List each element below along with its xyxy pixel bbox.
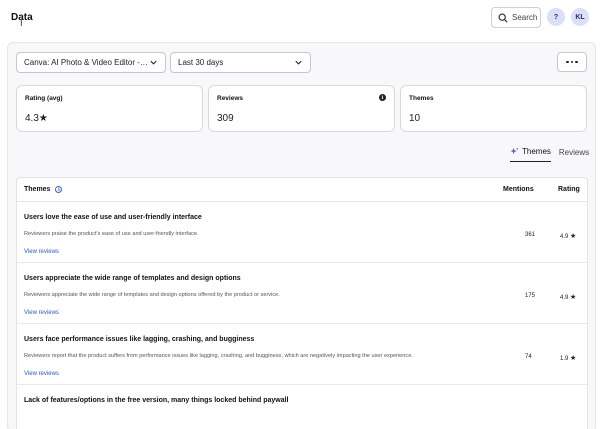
view-reviews-link[interactable]: View reviews [24, 310, 59, 316]
theme-title: Users face performance issues like laggi… [24, 336, 255, 343]
star-icon: ★ [570, 294, 577, 301]
date-range-select[interactable]: Last 30 days [170, 52, 311, 73]
avatar[interactable]: KL [571, 8, 589, 26]
chevron-down-icon [295, 60, 302, 65]
more-options-button[interactable] [557, 52, 587, 72]
tab-label: Reviews [558, 147, 590, 157]
stat-card-themes: Themes 10 [400, 85, 587, 132]
theme-description: Reviewers appreciate the wide range of t… [24, 292, 280, 298]
stat-label: Rating (avg) [25, 95, 63, 102]
stat-card-reviews: Reviews i 309 [208, 85, 395, 132]
top-bar: Data I Search ? KL [0, 0, 600, 38]
tab-label: Themes [522, 147, 551, 156]
theme-title: Users appreciate the wide range of templ… [24, 275, 241, 282]
help-button[interactable]: ? [547, 8, 565, 26]
table-row: Users appreciate the wide range of templ… [17, 264, 587, 324]
app-select-value: Canva: AI Photo & Video Editor - A... [24, 58, 149, 67]
view-tabs: Themes Reviews [510, 147, 589, 162]
mentions-count: 175 [525, 293, 536, 299]
stat-value: 10 [409, 113, 421, 124]
stat-label: Themes [409, 95, 434, 102]
tab-themes[interactable]: Themes [510, 147, 551, 162]
stat-label: Reviews [217, 95, 244, 102]
stat-card-rating: Rating (avg) 4.3★ [16, 85, 203, 132]
stat-value: 309 [217, 113, 234, 124]
sparkle-icon [510, 147, 519, 155]
theme-description: Reviewers praise the product's ease of u… [24, 231, 199, 237]
mentions-count: 74 [525, 354, 532, 360]
search-button[interactable]: Search [491, 7, 541, 28]
tab-reviews[interactable]: Reviews [559, 147, 589, 162]
chevron-down-icon [150, 60, 157, 65]
dot [575, 60, 578, 64]
info-icon[interactable]: i [379, 94, 386, 101]
text-cursor-icon: I [20, 19, 23, 29]
content-panel: Canva: AI Photo & Video Editor - A... La… [7, 42, 596, 429]
search-label: Search [512, 13, 538, 22]
theme-title: Users love the ease of use and user-frie… [24, 214, 202, 221]
table-header: Themes i Mentions Rating [17, 178, 587, 202]
star-icon: ★ [570, 355, 577, 362]
table-row: Users love the ease of use and user-frie… [17, 203, 587, 263]
theme-title: Lack of features/options in the free ver… [24, 397, 289, 404]
dot [566, 60, 569, 64]
column-header-mentions[interactable]: Mentions [503, 186, 534, 193]
rating-value: 1.9 ★ [560, 354, 576, 362]
mentions-count: 361 [525, 232, 536, 238]
app-select[interactable]: Canva: AI Photo & Video Editor - A... [16, 52, 166, 73]
table-row: Lack of features/options in the free ver… [17, 386, 587, 429]
info-icon[interactable]: i [55, 186, 63, 193]
table-row: Users face performance issues like laggi… [17, 325, 587, 385]
view-reviews-link[interactable]: View reviews [24, 371, 59, 377]
star-icon: ★ [570, 233, 577, 240]
column-header-themes: Themes i [24, 186, 63, 193]
theme-description: Reviewers report that the product suffer… [24, 353, 413, 359]
date-range-value: Last 30 days [178, 58, 224, 67]
column-header-label: Themes [24, 186, 51, 193]
view-reviews-link[interactable]: View reviews [24, 249, 59, 255]
rating-number: 4.9 [560, 234, 569, 240]
rating-value: 4.9 ★ [560, 232, 576, 240]
column-header-rating[interactable]: Rating [558, 186, 580, 193]
themes-table: Themes i Mentions Rating Users love the … [16, 177, 588, 429]
rating-number: 4.9 [560, 295, 569, 301]
rating-number: 1.9 [560, 356, 569, 362]
stat-value: 4.3★ [25, 113, 48, 124]
search-icon [498, 13, 508, 23]
rating-value: 4.9 ★ [560, 293, 576, 301]
dot [570, 60, 574, 64]
